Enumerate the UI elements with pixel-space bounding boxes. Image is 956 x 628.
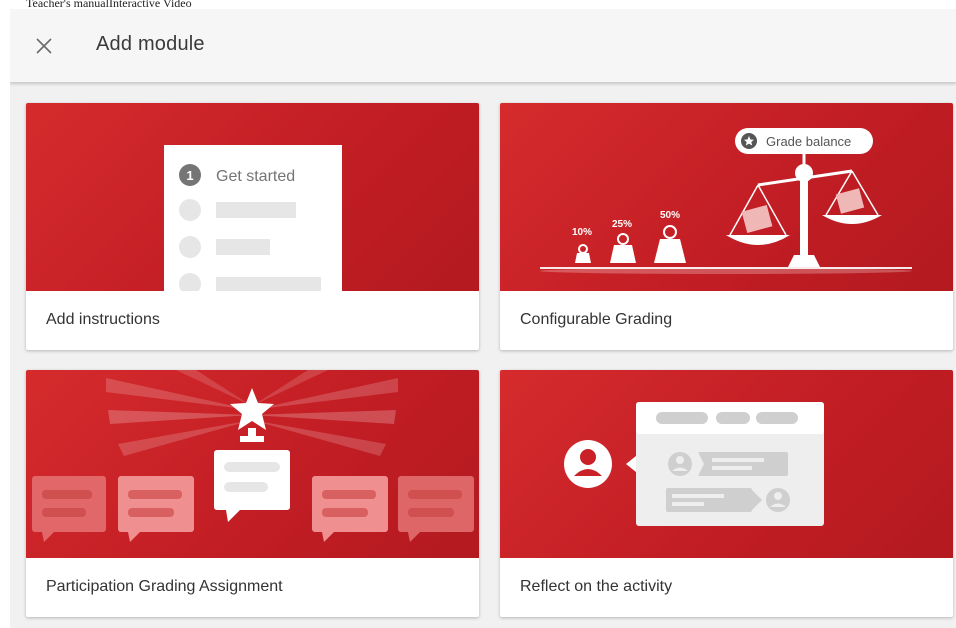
module-label: Participation Grading Assignment [46,578,283,595]
module-label: Reflect on the activity [520,578,673,595]
participation-illustration [26,370,479,558]
weight-label-25: 25% [612,219,632,230]
dialog-title: Add module [96,33,205,55]
step-number: 1 [186,168,193,183]
module-card-reflect-activity[interactable]: Reflect on the activity [500,370,953,617]
reflect-illustration [500,370,953,558]
grade-balance-badge-text: Grade balance [766,134,851,149]
close-button[interactable] [32,34,56,58]
weight-label-50: 50% [660,210,680,221]
instructions-illustration: 1 Get started [26,103,479,291]
add-module-dialog: Add module 1 Get started Add instruction… [10,9,956,628]
module-card-participation-grading[interactable]: Participation Grading Assignment [26,370,479,617]
module-card-configurable-grading[interactable]: Grade balance 10% 25% 50% Configurable G… [500,103,953,350]
close-icon [36,38,52,54]
module-label: Add instructions [46,311,160,328]
step-text: Get started [216,168,295,185]
weight-label-10: 10% [572,227,592,238]
dialog-header: Add module [10,9,956,83]
module-label: Configurable Grading [520,311,673,328]
grading-illustration: Grade balance 10% 25% 50% [500,103,953,291]
module-card-add-instructions[interactable]: 1 Get started Add instructions [26,103,479,350]
